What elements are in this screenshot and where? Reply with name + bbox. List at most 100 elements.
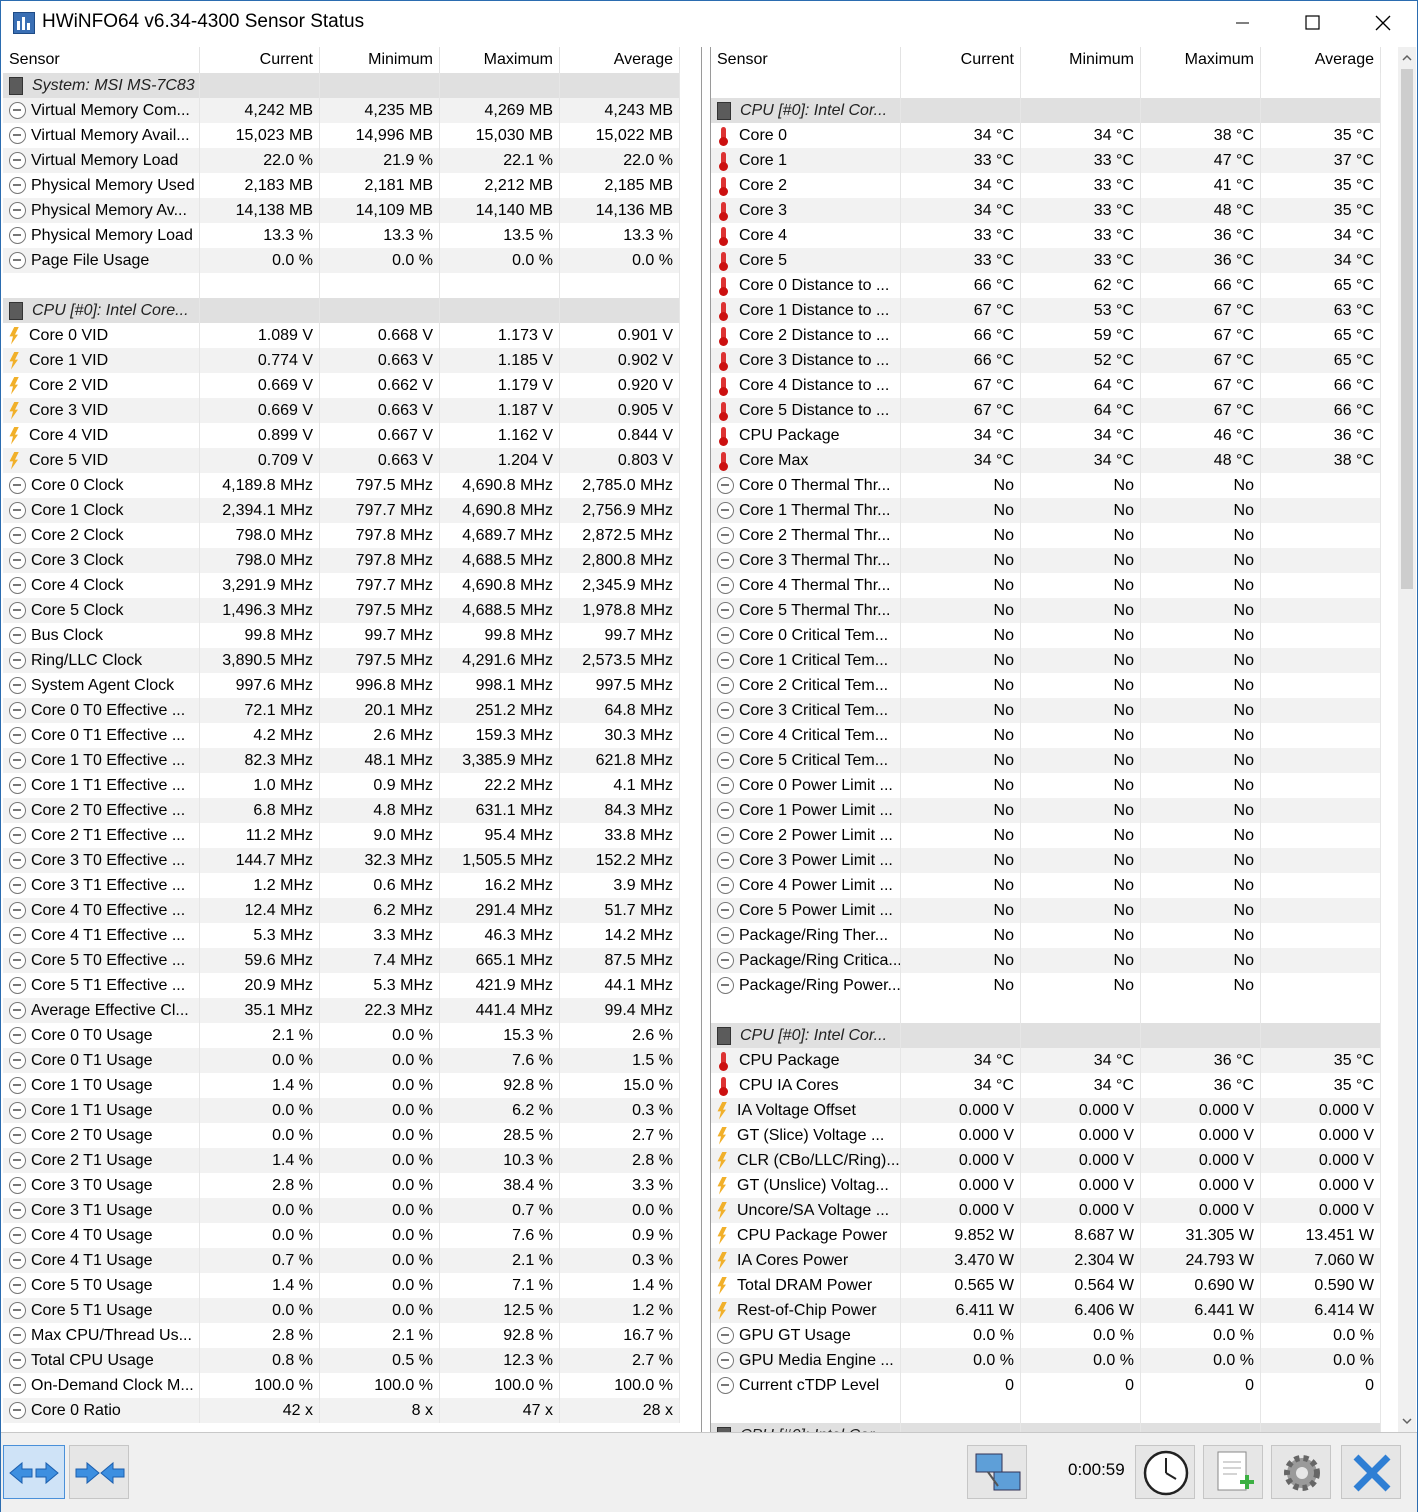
sensor-row[interactable]: Core 5 Clock 1,496.3 MHz 797.5 MHz 4,688.5 … <box>3 598 680 623</box>
sensor-row[interactable]: Core 2 T1 Usage 1.4 % 0.0 % 10.3 % 2.8 % <box>3 1148 680 1173</box>
sensor-row[interactable]: Core 5 Thermal Thr... No No No <box>711 598 1381 623</box>
sensor-row[interactable]: Uncore/SA Voltage ... 0.000 V 0.000 V 0.000… <box>711 1198 1381 1223</box>
sensor-row[interactable]: Core 5 33 °C 33 °C 36 °C 34 °C <box>711 248 1381 273</box>
sensor-row[interactable]: Core 1 Critical Tem... No No No <box>711 648 1381 673</box>
sensor-row[interactable]: Physical Memory Load 13.3 % 13.3 % 13.5 % 13… <box>3 223 680 248</box>
sensor-row[interactable]: Core 4 Thermal Thr... No No No <box>711 573 1381 598</box>
sensor-row[interactable]: Core 0 Critical Tem... No No No <box>711 623 1381 648</box>
sensor-row[interactable]: Core 0 T0 Effective ... 72.1 MHz 20.1 MHz 2… <box>3 698 680 723</box>
sensor-row[interactable]: Package/Ring Ther... No No No <box>711 923 1381 948</box>
sensor-group-row[interactable]: System: MSI MS-7C83 <box>3 73 680 98</box>
sensor-row[interactable]: Physical Memory Av... 14,138 MB 14,109 MB 1… <box>3 198 680 223</box>
settings-button[interactable] <box>1271 1445 1331 1499</box>
sensor-row[interactable]: Core 1 T1 Effective ... 1.0 MHz 0.9 MHz 22.… <box>3 773 680 798</box>
sensor-row[interactable]: Core 3 Power Limit ... No No No <box>711 848 1381 873</box>
sensor-row[interactable]: Core 1 33 °C 33 °C 47 °C 37 °C <box>711 148 1381 173</box>
panel-splitter[interactable] <box>701 47 711 1432</box>
sensor-row[interactable]: On-Demand Clock M... 100.0 % 100.0 % 100.0 … <box>3 1373 680 1398</box>
close-sensors-button[interactable] <box>1341 1445 1401 1499</box>
sensor-row[interactable]: Core 4 T1 Usage 0.7 % 0.0 % 2.1 % 0.3 % <box>3 1248 680 1273</box>
sensor-row[interactable]: Core 0 Distance to ... 66 °C 62 °C 66 °C 65 … <box>711 273 1381 298</box>
sensor-row[interactable]: Core Max 34 °C 34 °C 48 °C 38 °C <box>711 448 1381 473</box>
sensor-row[interactable]: Virtual Memory Com... 4,242 MB 4,235 MB 4,2… <box>3 98 680 123</box>
sensor-row[interactable]: Core 3 T0 Usage 2.8 % 0.0 % 38.4 % 3.3 % <box>3 1173 680 1198</box>
sensor-row[interactable]: GPU GT Usage 0.0 % 0.0 % 0.0 % 0.0 % <box>711 1323 1381 1348</box>
sensor-row[interactable]: Core 2 Critical Tem... No No No <box>711 673 1381 698</box>
sensor-row[interactable]: Core 5 T0 Usage 1.4 % 0.0 % 7.1 % 1.4 % <box>3 1273 680 1298</box>
sensor-row[interactable]: Core 4 VID 0.899 V 0.667 V 1.162 V 0.844 V <box>3 423 680 448</box>
sensor-row[interactable]: Core 1 Power Limit ... No No No <box>711 798 1381 823</box>
header-sensor[interactable]: Sensor <box>711 47 901 73</box>
sensor-row[interactable]: Core 4 Critical Tem... No No No <box>711 723 1381 748</box>
sensor-row[interactable]: Core 0 T1 Effective ... 4.2 MHz 2.6 MHz 159… <box>3 723 680 748</box>
sensor-row[interactable]: Core 1 Distance to ... 67 °C 53 °C 67 °C 63 … <box>711 298 1381 323</box>
sensor-row[interactable]: Core 4 Distance to ... 67 °C 64 °C 67 °C 66 … <box>711 373 1381 398</box>
sensor-row[interactable]: Package/Ring Power... No No No <box>711 973 1381 998</box>
sensor-row[interactable]: Core 0 T0 Usage 2.1 % 0.0 % 15.3 % 2.6 % <box>3 1023 680 1048</box>
sensor-row[interactable]: GT (Slice) Voltage ... 0.000 V 0.000 V 0.00… <box>711 1123 1381 1148</box>
header-minimum[interactable]: Minimum <box>320 47 440 73</box>
header-sensor[interactable]: Sensor <box>3 47 200 73</box>
header-current[interactable]: Current <box>901 47 1021 73</box>
sensor-row[interactable]: Core 2 Distance to ... 66 °C 59 °C 67 °C 65 … <box>711 323 1381 348</box>
sensor-row[interactable]: Bus Clock 99.8 MHz 99.7 MHz 99.8 MHz 99.7 MH… <box>3 623 680 648</box>
sensor-row[interactable]: Current cTDP Level 0 0 0 0 <box>711 1373 1381 1398</box>
sensor-row[interactable]: Rest-of-Chip Power 6.411 W 6.406 W 6.441 W6… <box>711 1298 1381 1323</box>
sensor-row[interactable]: Core 0 Power Limit ... No No No <box>711 773 1381 798</box>
logging-button[interactable] <box>1203 1445 1263 1499</box>
reset-timer-button[interactable] <box>1135 1445 1195 1499</box>
sensor-row[interactable]: Core 4 Clock 3,291.9 MHz 797.7 MHz 4,690.8 … <box>3 573 680 598</box>
sensor-row[interactable]: Core 2 T1 Effective ... 11.2 MHz 9.0 MHz 95… <box>3 823 680 848</box>
header-average[interactable]: Average <box>560 47 680 73</box>
sensor-row[interactable]: Core 2 Clock 798.0 MHz 797.8 MHz 4,689.7 MH… <box>3 523 680 548</box>
scrollbar-thumb[interactable] <box>1401 69 1413 589</box>
sensor-row[interactable]: Core 1 VID 0.774 V 0.663 V 1.185 V 0.902 V <box>3 348 680 373</box>
sensor-row[interactable]: Core 4 T0 Usage 0.0 % 0.0 % 7.6 % 0.9 % <box>3 1223 680 1248</box>
sensor-row[interactable]: Core 2 VID 0.669 V 0.662 V 1.179 V 0.920 V <box>3 373 680 398</box>
sensor-row[interactable]: GPU Media Engine ... 0.0 % 0.0 % 0.0 % 0.0 % <box>711 1348 1381 1373</box>
sensor-row[interactable]: Core 1 T1 Usage 0.0 % 0.0 % 6.2 % 0.3 % <box>3 1098 680 1123</box>
header-minimum[interactable]: Minimum <box>1021 47 1141 73</box>
sensor-row[interactable]: Core 4 T0 Effective ... 12.4 MHz 6.2 MHz 29… <box>3 898 680 923</box>
sensor-row[interactable]: Core 2 Power Limit ... No No No <box>711 823 1381 848</box>
sensor-row[interactable]: CLR (CBo/LLC/Ring)... 0.000 V 0.000 V 0.000… <box>711 1148 1381 1173</box>
collapse-columns-button[interactable] <box>69 1445 129 1499</box>
sensor-group-row[interactable]: CPU [#0]: Intel Core... <box>3 298 680 323</box>
sensor-row[interactable]: Core 3 34 °C 33 °C 48 °C 35 °C <box>711 198 1381 223</box>
sensor-row[interactable]: Core 3 T1 Usage 0.0 % 0.0 % 0.7 % 0.0 % <box>3 1198 680 1223</box>
close-button[interactable] <box>1347 1 1417 45</box>
sensor-row[interactable]: Core 4 T1 Effective ... 5.3 MHz 3.3 MHz 46.… <box>3 923 680 948</box>
sensor-row[interactable]: GT (Unslice) Voltag... 0.000 V 0.000 V 0.00… <box>711 1173 1381 1198</box>
vertical-scrollbar[interactable] <box>1398 47 1416 1432</box>
sensor-row[interactable]: Core 3 Clock 798.0 MHz 797.8 MHz 4,688.5 MH… <box>3 548 680 573</box>
sensor-group-row[interactable]: CPU [#0]: Intel Cor... <box>711 1423 1381 1432</box>
sensor-row[interactable]: Core 3 Thermal Thr... No No No <box>711 548 1381 573</box>
sensor-row[interactable]: Package/Ring Critica... No No No <box>711 948 1381 973</box>
sensor-row[interactable]: Core 4 Power Limit ... No No No <box>711 873 1381 898</box>
sensor-row[interactable]: Core 1 T0 Effective ... 82.3 MHz 48.1 MHz 3… <box>3 748 680 773</box>
sensor-row[interactable]: Core 0 Thermal Thr... No No No <box>711 473 1381 498</box>
sensor-row[interactable]: Core 3 Critical Tem... No No No <box>711 698 1381 723</box>
sensor-row[interactable]: Core 5 T0 Effective ... 59.6 MHz 7.4 MHz 66… <box>3 948 680 973</box>
title-bar[interactable]: HWiNFO64 v6.34-4300 Sensor Status <box>1 1 1417 45</box>
sensor-row[interactable]: Page File Usage 0.0 % 0.0 % 0.0 % 0.0 % <box>3 248 680 273</box>
header-maximum[interactable]: Maximum <box>440 47 560 73</box>
sensor-row[interactable]: Total CPU Usage 0.8 % 0.5 % 12.3 % 2.7 % <box>3 1348 680 1373</box>
header-maximum[interactable]: Maximum <box>1141 47 1261 73</box>
sensor-row[interactable]: Average Effective Cl... 35.1 MHz 22.3 MHz 4… <box>3 998 680 1023</box>
sensor-row[interactable]: CPU IA Cores 34 °C 34 °C 36 °C 35 °C <box>711 1073 1381 1098</box>
sensor-row[interactable]: CPU Package 34 °C 34 °C 46 °C 36 °C <box>711 423 1381 448</box>
sensor-row[interactable]: Core 0 T1 Usage 0.0 % 0.0 % 7.6 % 1.5 % <box>3 1048 680 1073</box>
sensor-row[interactable]: Core 5 T1 Effective ... 20.9 MHz 5.3 MHz 42… <box>3 973 680 998</box>
sensor-row[interactable]: Core 2 T0 Effective ... 6.8 MHz 4.8 MHz 631… <box>3 798 680 823</box>
sensor-group-row[interactable]: CPU [#0]: Intel Cor... <box>711 1023 1381 1048</box>
network-button[interactable] <box>967 1445 1027 1499</box>
expand-columns-button[interactable] <box>3 1445 65 1499</box>
sensor-row[interactable]: Core 5 Critical Tem... No No No <box>711 748 1381 773</box>
sensor-row[interactable]: Core 3 T1 Effective ... 1.2 MHz 0.6 MHz 16.… <box>3 873 680 898</box>
sensor-row[interactable]: Max CPU/Thread Us... 2.8 % 2.1 % 92.8 % 16.7… <box>3 1323 680 1348</box>
sensor-group-row[interactable]: CPU [#0]: Intel Cor... <box>711 98 1381 123</box>
sensor-row[interactable]: CPU Package 34 °C 34 °C 36 °C 35 °C <box>711 1048 1381 1073</box>
sensor-row[interactable]: Core 1 T0 Usage 1.4 % 0.0 % 92.8 % 15.0 % <box>3 1073 680 1098</box>
sensor-row[interactable]: System Agent Clock 997.6 MHz 996.8 MHz 998.… <box>3 673 680 698</box>
